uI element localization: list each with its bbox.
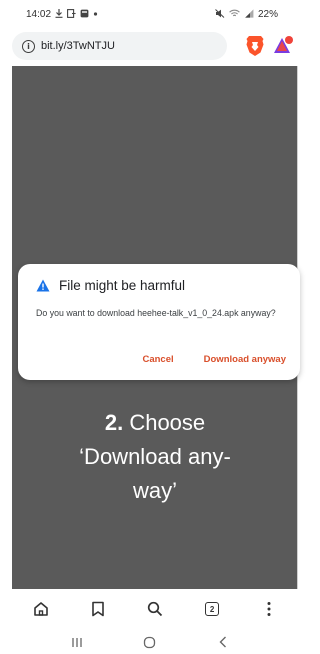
status-time: 14:02 — [26, 8, 52, 20]
cancel-button[interactable]: Cancel — [142, 354, 173, 365]
home-icon[interactable] — [26, 594, 56, 624]
recents-icon[interactable] — [62, 632, 92, 652]
mute-icon — [215, 8, 225, 20]
screen-mirror-icon — [67, 8, 76, 20]
instruction-line-1-text: Choose — [123, 410, 206, 435]
url-text[interactable]: bit.ly/3TwNTJU — [41, 40, 115, 52]
back-icon[interactable] — [208, 632, 238, 652]
dialog-actions: Cancel Download anyway — [142, 354, 286, 365]
wifi-icon — [229, 9, 240, 20]
instruction-line-2: ‘Download any- — [79, 444, 231, 469]
instruction-line-1: 2. Choose — [12, 406, 298, 440]
instruction-caption: 2. Choose ‘Download any- way’ — [12, 406, 298, 508]
info-icon[interactable]: i — [22, 39, 35, 53]
bookmark-icon[interactable] — [83, 594, 113, 624]
system-nav-bar — [0, 630, 300, 654]
dot-icon — [93, 9, 98, 20]
harmful-file-dialog: File might be harmful Do you want to dow… — [18, 264, 300, 380]
download-anyway-button[interactable]: Download anyway — [204, 354, 286, 365]
gallery-icon — [80, 9, 89, 20]
brave-shield-icon[interactable] — [245, 35, 265, 57]
instruction-line-3: way’ — [132, 478, 177, 503]
status-bar: 14:02 22% — [0, 0, 300, 28]
dialog-message: Do you want to download heehee-talk_v1_0… — [36, 308, 276, 318]
menu-icon[interactable] — [254, 594, 284, 624]
dialog-title-row: File might be harmful — [36, 278, 286, 293]
home-circle-icon[interactable] — [135, 632, 165, 652]
url-bar: i bit.ly/3TwNTJU — [12, 31, 298, 61]
status-right: 22% — [215, 9, 278, 20]
download-icon — [55, 8, 63, 20]
brave-rewards-icon[interactable] — [272, 35, 294, 57]
tabs-icon[interactable]: 2 — [197, 594, 227, 624]
address-field[interactable]: i bit.ly/3TwNTJU — [12, 32, 227, 60]
bottom-toolbar: 2 — [12, 589, 298, 629]
tab-count: 2 — [205, 602, 220, 616]
search-icon[interactable] — [140, 594, 170, 624]
status-left: 14:02 — [26, 8, 98, 20]
battery-level: 22% — [257, 8, 278, 20]
signal-icon — [244, 8, 254, 20]
warning-icon — [36, 279, 50, 292]
step-number: 2. — [104, 410, 124, 435]
dialog-title: File might be harmful — [59, 278, 186, 293]
